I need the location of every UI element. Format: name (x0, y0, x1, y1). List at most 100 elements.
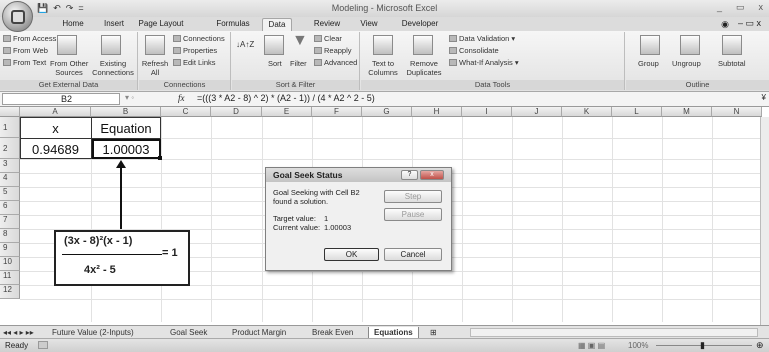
row-header-5[interactable]: 5 (0, 187, 20, 201)
vertical-scrollbar[interactable] (760, 117, 769, 325)
name-box[interactable]: B2 (2, 93, 120, 105)
row-header-8[interactable]: 8 (0, 229, 20, 243)
row-header-9[interactable]: 9 (0, 243, 20, 257)
cell-a1[interactable]: x (20, 121, 91, 136)
tab-formulas[interactable]: Formulas (212, 18, 254, 31)
existing-connections-button[interactable]: Existing Connections (92, 59, 134, 77)
fill-handle[interactable] (158, 156, 162, 160)
ungroup-button[interactable]: Ungroup (672, 59, 701, 68)
refresh-all-button[interactable]: Refresh All (141, 59, 169, 77)
tab-page-layout[interactable]: Page Layout (136, 18, 186, 31)
tab-data[interactable]: Data (262, 18, 292, 31)
tab-developer[interactable]: Developer (398, 18, 442, 31)
pause-button[interactable]: Pause (384, 208, 442, 221)
office-button[interactable] (2, 1, 33, 32)
tab-review[interactable]: Review (310, 18, 344, 31)
horizontal-scrollbar[interactable] (470, 328, 758, 337)
expand-formula-icon[interactable]: ¥ (762, 93, 766, 102)
zoom-in-icon[interactable]: ⊕ (756, 340, 764, 351)
insert-sheet-icon[interactable]: ⊞ (430, 327, 437, 338)
edit-links-button[interactable]: Edit Links (173, 58, 216, 67)
column-header-e[interactable]: E (262, 107, 312, 117)
from-web-button[interactable]: From Web (3, 46, 48, 55)
column-header-j[interactable]: J (512, 107, 562, 117)
from-access-button[interactable]: From Access (3, 34, 56, 43)
consolidate-button[interactable]: Consolidate (449, 46, 499, 55)
from-other-sources-button[interactable]: From Other Sources (50, 59, 88, 77)
what-if-analysis-button[interactable]: What-If Analysis ▾ (449, 58, 519, 67)
cell-b1[interactable]: Equation (91, 121, 161, 136)
sheet-tab-future-value[interactable]: Future Value (2-Inputs) (52, 327, 134, 338)
sheet-tab-break-even[interactable]: Break Even (312, 327, 353, 338)
row-header-10[interactable]: 10 (0, 257, 20, 271)
column-header-d[interactable]: D (211, 107, 262, 117)
minimize-button[interactable]: _ (717, 2, 722, 13)
column-header-f[interactable]: F (312, 107, 362, 117)
sort-button[interactable]: Sort (268, 59, 282, 68)
zoom-thumb[interactable]: ▮ (700, 340, 705, 351)
maximize-button[interactable]: ▭ (736, 2, 745, 13)
dialog-help-button[interactable]: ? (401, 170, 418, 180)
row-header-7[interactable]: 7 (0, 215, 20, 229)
sheet-nav-arrows-icon[interactable]: ◂◂ ◂ ▸ ▸▸ (3, 327, 34, 338)
name-box-dropdown-icon[interactable]: ▾ ◦ (125, 93, 134, 102)
view-buttons-icon[interactable]: ▦ ▣ ▤ (578, 341, 605, 350)
workbook-controls[interactable]: – ▭ x (738, 18, 761, 29)
tab-view[interactable]: View (356, 18, 382, 31)
cancel-button[interactable]: Cancel (384, 248, 442, 261)
sheet-tab-product-margin[interactable]: Product Margin (232, 327, 286, 338)
remove-duplicates-button[interactable]: Remove Duplicates (403, 59, 445, 77)
column-header-b[interactable]: B (91, 107, 161, 117)
row-header-4[interactable]: 4 (0, 173, 20, 187)
cell-a2[interactable]: 0.94689 (20, 142, 91, 157)
sort-az-icon[interactable]: ↓A↑Z (236, 40, 254, 49)
column-header-i[interactable]: I (462, 107, 512, 117)
zoom-level[interactable]: 100% (628, 341, 648, 350)
group-button[interactable]: Group (638, 59, 659, 68)
row-header-11[interactable]: 11 (0, 271, 20, 285)
tab-home[interactable]: Home (56, 18, 90, 31)
arrow-shaft (120, 167, 122, 229)
tab-insert[interactable]: Insert (98, 18, 130, 31)
column-header-g[interactable]: G (362, 107, 412, 117)
close-button[interactable]: x (759, 2, 764, 13)
group-connections: Refresh All Connections Properties Edit L… (139, 32, 231, 90)
row-header-6[interactable]: 6 (0, 201, 20, 215)
subtotal-button[interactable]: Subtotal (718, 59, 746, 68)
dialog-close-button[interactable]: x (420, 170, 444, 180)
clear-button[interactable]: Clear (314, 34, 342, 43)
from-text-button[interactable]: From Text (3, 58, 46, 67)
group-outline: Group Ungroup Subtotal Outline (626, 32, 769, 90)
ok-button[interactable]: OK (324, 248, 379, 261)
text-to-columns-button[interactable]: Text to Columns (365, 59, 401, 77)
insert-function-icon[interactable]: fx (178, 93, 185, 103)
connections-button[interactable]: Connections (173, 34, 225, 43)
row-header-2[interactable]: 2 (0, 138, 20, 159)
sheet-tab-goal-seek[interactable]: Goal Seek (170, 327, 207, 338)
select-all-corner[interactable] (0, 107, 20, 117)
column-header-h[interactable]: H (412, 107, 462, 117)
properties-button[interactable]: Properties (173, 46, 217, 55)
goal-seek-status-dialog: Goal Seek Status ? x Goal Seeking with C… (265, 167, 452, 271)
reapply-button[interactable]: Reapply (314, 46, 352, 55)
filter-button[interactable]: Filter (290, 59, 307, 68)
macro-record-icon[interactable] (38, 341, 48, 349)
row-header-3[interactable]: 3 (0, 159, 20, 173)
grid-line (562, 117, 563, 322)
advanced-button[interactable]: Advanced (314, 58, 357, 67)
column-header-l[interactable]: L (612, 107, 662, 117)
column-header-m[interactable]: M (662, 107, 712, 117)
clear-icon (314, 35, 322, 42)
row-header-1[interactable]: 1 (0, 117, 20, 138)
data-validation-button[interactable]: Data Validation ▾ (449, 34, 515, 43)
column-header-n[interactable]: N (712, 107, 762, 117)
row-header-12[interactable]: 12 (0, 285, 20, 299)
column-header-a[interactable]: A (20, 107, 91, 117)
column-header-c[interactable]: C (161, 107, 211, 117)
step-button[interactable]: Step (384, 190, 442, 203)
column-header-k[interactable]: K (562, 107, 612, 117)
cell-b2[interactable]: 1.00003 (91, 142, 161, 157)
help-icon[interactable]: ◉ (721, 19, 729, 30)
equation-callout: (3x - 8)²(x - 1) = 1 4x² - 5 (54, 230, 190, 286)
formula-input[interactable]: =(((3 * A2 - 8) ^ 2) * (A2 - 1)) / (4 * … (197, 93, 757, 105)
